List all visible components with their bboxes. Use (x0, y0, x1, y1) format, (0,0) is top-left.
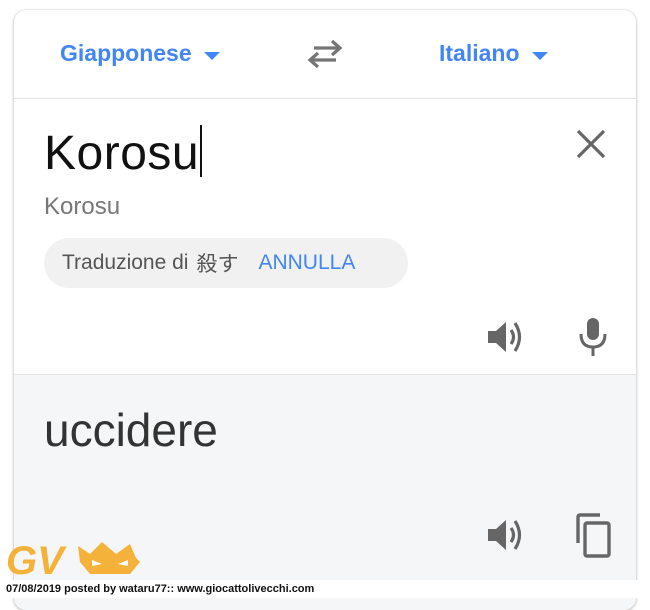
swap-icon[interactable] (306, 38, 344, 70)
chevron-down-icon (203, 51, 220, 60)
close-icon[interactable] (574, 127, 608, 161)
site-logo: GV (6, 539, 140, 580)
suggestion-label: Traduzione di (62, 251, 189, 274)
translate-card: Giapponese Italiano Korosu Korosu Traduz… (14, 10, 636, 610)
text-cursor (200, 125, 203, 177)
speaker-icon[interactable] (486, 517, 526, 553)
undo-button[interactable]: ANNULLA (258, 251, 355, 275)
source-input-area[interactable]: Korosu Korosu Traduzione di 殺す ANNULLA (14, 99, 636, 374)
suggestion-word[interactable]: 殺す (196, 248, 238, 278)
chevron-down-icon (531, 51, 548, 60)
translation-result: uccidere (44, 404, 218, 456)
target-language-select[interactable]: Italiano (439, 40, 548, 67)
logo-text: GV (6, 539, 67, 580)
source-language-label: Giapponese (60, 40, 192, 66)
source-text-input[interactable]: Korosu (44, 125, 203, 181)
target-language-label: Italiano (439, 40, 520, 66)
transliteration: Korosu (44, 193, 121, 220)
source-language-select[interactable]: Giapponese (60, 40, 220, 67)
microphone-icon[interactable] (578, 317, 608, 357)
footer-credit: 07/08/2019 posted by wataru77:: www.gioc… (0, 580, 650, 598)
source-text-value: Korosu (44, 127, 200, 180)
copy-icon[interactable] (572, 513, 612, 559)
speaker-icon[interactable] (486, 319, 526, 355)
suggestion-chip: Traduzione di 殺す ANNULLA (44, 238, 408, 288)
language-bar: Giapponese Italiano (14, 10, 636, 99)
